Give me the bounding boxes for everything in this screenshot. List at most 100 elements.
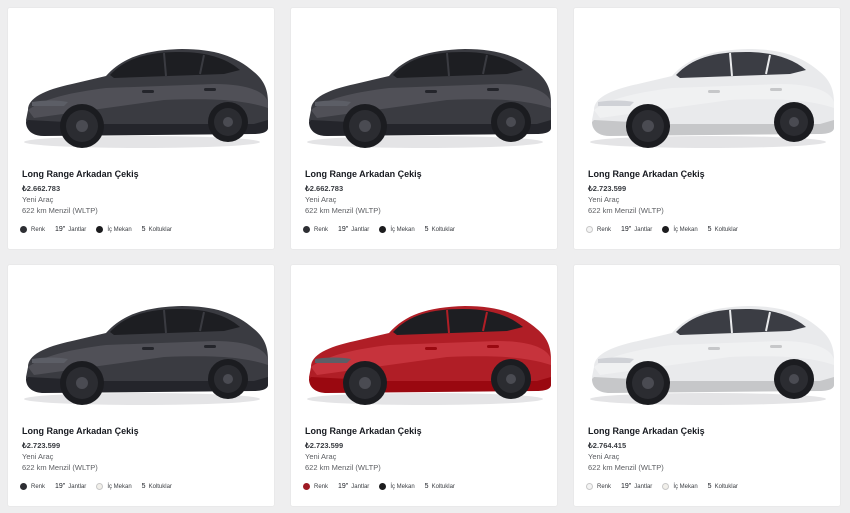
- wheels-spec: 19" Jantlar: [55, 226, 86, 233]
- vehicle-range: 622 km Menzil (WLTP): [22, 206, 98, 215]
- paint-label: Renk: [597, 483, 612, 490]
- vehicle-title[interactable]: Long Range Arkadan Çekiş: [305, 426, 422, 436]
- seats-count: 5: [707, 226, 712, 233]
- vehicle-card[interactable]: Long Range Arkadan Çekiş ₺2.662.783 Yeni…: [7, 7, 275, 250]
- seats-spec: 5 Koltuklar: [425, 226, 455, 233]
- vehicle-condition: Yeni Araç: [588, 452, 620, 461]
- seats-spec: 5 Koltuklar: [142, 483, 172, 490]
- vehicle-condition: Yeni Araç: [305, 195, 337, 204]
- vehicle-condition: Yeni Araç: [305, 452, 337, 461]
- interior-swatch-icon: [96, 226, 104, 233]
- car-image[interactable]: [580, 28, 836, 156]
- vehicle-card[interactable]: Long Range Arkadan Çekiş ₺2.662.783 Yeni…: [290, 7, 558, 250]
- vehicle-card[interactable]: Long Range Arkadan Çekiş ₺2.764.415 Yeni…: [573, 264, 841, 507]
- seats-count: 5: [707, 483, 712, 490]
- vehicle-title[interactable]: Long Range Arkadan Çekiş: [305, 169, 422, 179]
- wheels-label: Jantlar: [351, 483, 370, 490]
- interior-label: İç Mekan: [390, 483, 415, 490]
- wheels-spec: 19" Jantlar: [55, 483, 86, 490]
- spec-row: Renk 19" Jantlar İç Mekan 5 Koltuklar: [303, 483, 465, 490]
- vehicle-range: 622 km Menzil (WLTP): [588, 206, 664, 215]
- interior-label: İç Mekan: [107, 226, 132, 233]
- vehicle-title[interactable]: Long Range Arkadan Çekiş: [22, 426, 139, 436]
- interior-label: İç Mekan: [390, 226, 415, 233]
- seats-count: 5: [424, 226, 429, 233]
- interior-label: İç Mekan: [673, 226, 698, 233]
- car-image[interactable]: [297, 285, 553, 413]
- interior-spec: İç Mekan: [96, 226, 132, 233]
- interior-spec: İç Mekan: [662, 226, 698, 233]
- interior-spec: İç Mekan: [379, 226, 415, 233]
- vehicle-price: ₺2.723.599: [22, 441, 61, 450]
- paint-label: Renk: [597, 226, 612, 233]
- vehicle-title[interactable]: Long Range Arkadan Çekiş: [588, 426, 705, 436]
- paint-swatch-icon: [303, 483, 310, 490]
- seats-count: 5: [424, 483, 429, 490]
- wheels-spec: 19" Jantlar: [338, 226, 369, 233]
- wheels-label: Jantlar: [634, 226, 653, 233]
- wheels-label: Jantlar: [351, 226, 370, 233]
- wheels-size: 19": [621, 226, 632, 233]
- vehicle-condition: Yeni Araç: [22, 452, 54, 461]
- seats-label: Koltuklar: [714, 226, 738, 233]
- seats-spec: 5 Koltuklar: [425, 483, 455, 490]
- interior-label: İç Mekan: [107, 483, 132, 490]
- paint-label: Renk: [314, 483, 329, 490]
- paint-spec: Renk: [586, 483, 611, 490]
- vehicle-price: ₺2.764.415: [588, 441, 627, 450]
- wheels-spec: 19" Jantlar: [621, 483, 652, 490]
- car-image[interactable]: [580, 285, 836, 413]
- paint-label: Renk: [31, 483, 46, 490]
- wheels-spec: 19" Jantlar: [338, 483, 369, 490]
- paint-swatch-icon: [586, 483, 593, 490]
- car-image[interactable]: [14, 28, 270, 156]
- seats-label: Koltuklar: [148, 483, 172, 490]
- wheels-spec: 19" Jantlar: [621, 226, 652, 233]
- interior-spec: İç Mekan: [662, 483, 698, 490]
- interior-label: İç Mekan: [673, 483, 698, 490]
- vehicle-card[interactable]: Long Range Arkadan Çekiş ₺2.723.599 Yeni…: [573, 7, 841, 250]
- wheels-label: Jantlar: [634, 483, 653, 490]
- paint-swatch-icon: [303, 226, 310, 233]
- vehicle-range: 622 km Menzil (WLTP): [305, 463, 381, 472]
- vehicle-range: 622 km Menzil (WLTP): [22, 463, 98, 472]
- interior-swatch-icon: [379, 226, 387, 233]
- seats-label: Koltuklar: [431, 483, 455, 490]
- paint-spec: Renk: [303, 483, 328, 490]
- vehicle-card[interactable]: Long Range Arkadan Çekiş ₺2.723.599 Yeni…: [290, 264, 558, 507]
- wheels-label: Jantlar: [68, 483, 87, 490]
- paint-spec: Renk: [20, 483, 45, 490]
- paint-swatch-icon: [586, 226, 593, 233]
- seats-count: 5: [141, 226, 146, 233]
- seats-label: Koltuklar: [714, 483, 738, 490]
- vehicle-price: ₺2.662.783: [22, 184, 61, 193]
- seats-spec: 5 Koltuklar: [708, 483, 738, 490]
- wheels-size: 19": [621, 483, 632, 490]
- interior-swatch-icon: [379, 483, 387, 490]
- car-image[interactable]: [297, 28, 553, 156]
- interior-spec: İç Mekan: [96, 483, 132, 490]
- interior-swatch-icon: [662, 226, 670, 233]
- seats-spec: 5 Koltuklar: [142, 226, 172, 233]
- wheels-size: 19": [55, 483, 66, 490]
- spec-row: Renk 19" Jantlar İç Mekan 5 Koltuklar: [586, 226, 748, 233]
- paint-label: Renk: [31, 226, 46, 233]
- spec-row: Renk 19" Jantlar İç Mekan 5 Koltuklar: [20, 483, 182, 490]
- wheels-size: 19": [338, 483, 349, 490]
- vehicle-card[interactable]: Long Range Arkadan Çekiş ₺2.723.599 Yeni…: [7, 264, 275, 507]
- vehicle-range: 622 km Menzil (WLTP): [588, 463, 664, 472]
- vehicle-price: ₺2.723.599: [305, 441, 344, 450]
- interior-swatch-icon: [96, 483, 104, 490]
- vehicle-range: 622 km Menzil (WLTP): [305, 206, 381, 215]
- spec-row: Renk 19" Jantlar İç Mekan 5 Koltuklar: [303, 226, 465, 233]
- interior-spec: İç Mekan: [379, 483, 415, 490]
- seats-label: Koltuklar: [148, 226, 172, 233]
- vehicle-price: ₺2.723.599: [588, 184, 627, 193]
- vehicle-title[interactable]: Long Range Arkadan Çekiş: [22, 169, 139, 179]
- vehicle-price: ₺2.662.783: [305, 184, 344, 193]
- vehicle-condition: Yeni Araç: [588, 195, 620, 204]
- wheels-size: 19": [338, 226, 349, 233]
- car-image[interactable]: [14, 285, 270, 413]
- wheels-label: Jantlar: [68, 226, 87, 233]
- vehicle-title[interactable]: Long Range Arkadan Çekiş: [588, 169, 705, 179]
